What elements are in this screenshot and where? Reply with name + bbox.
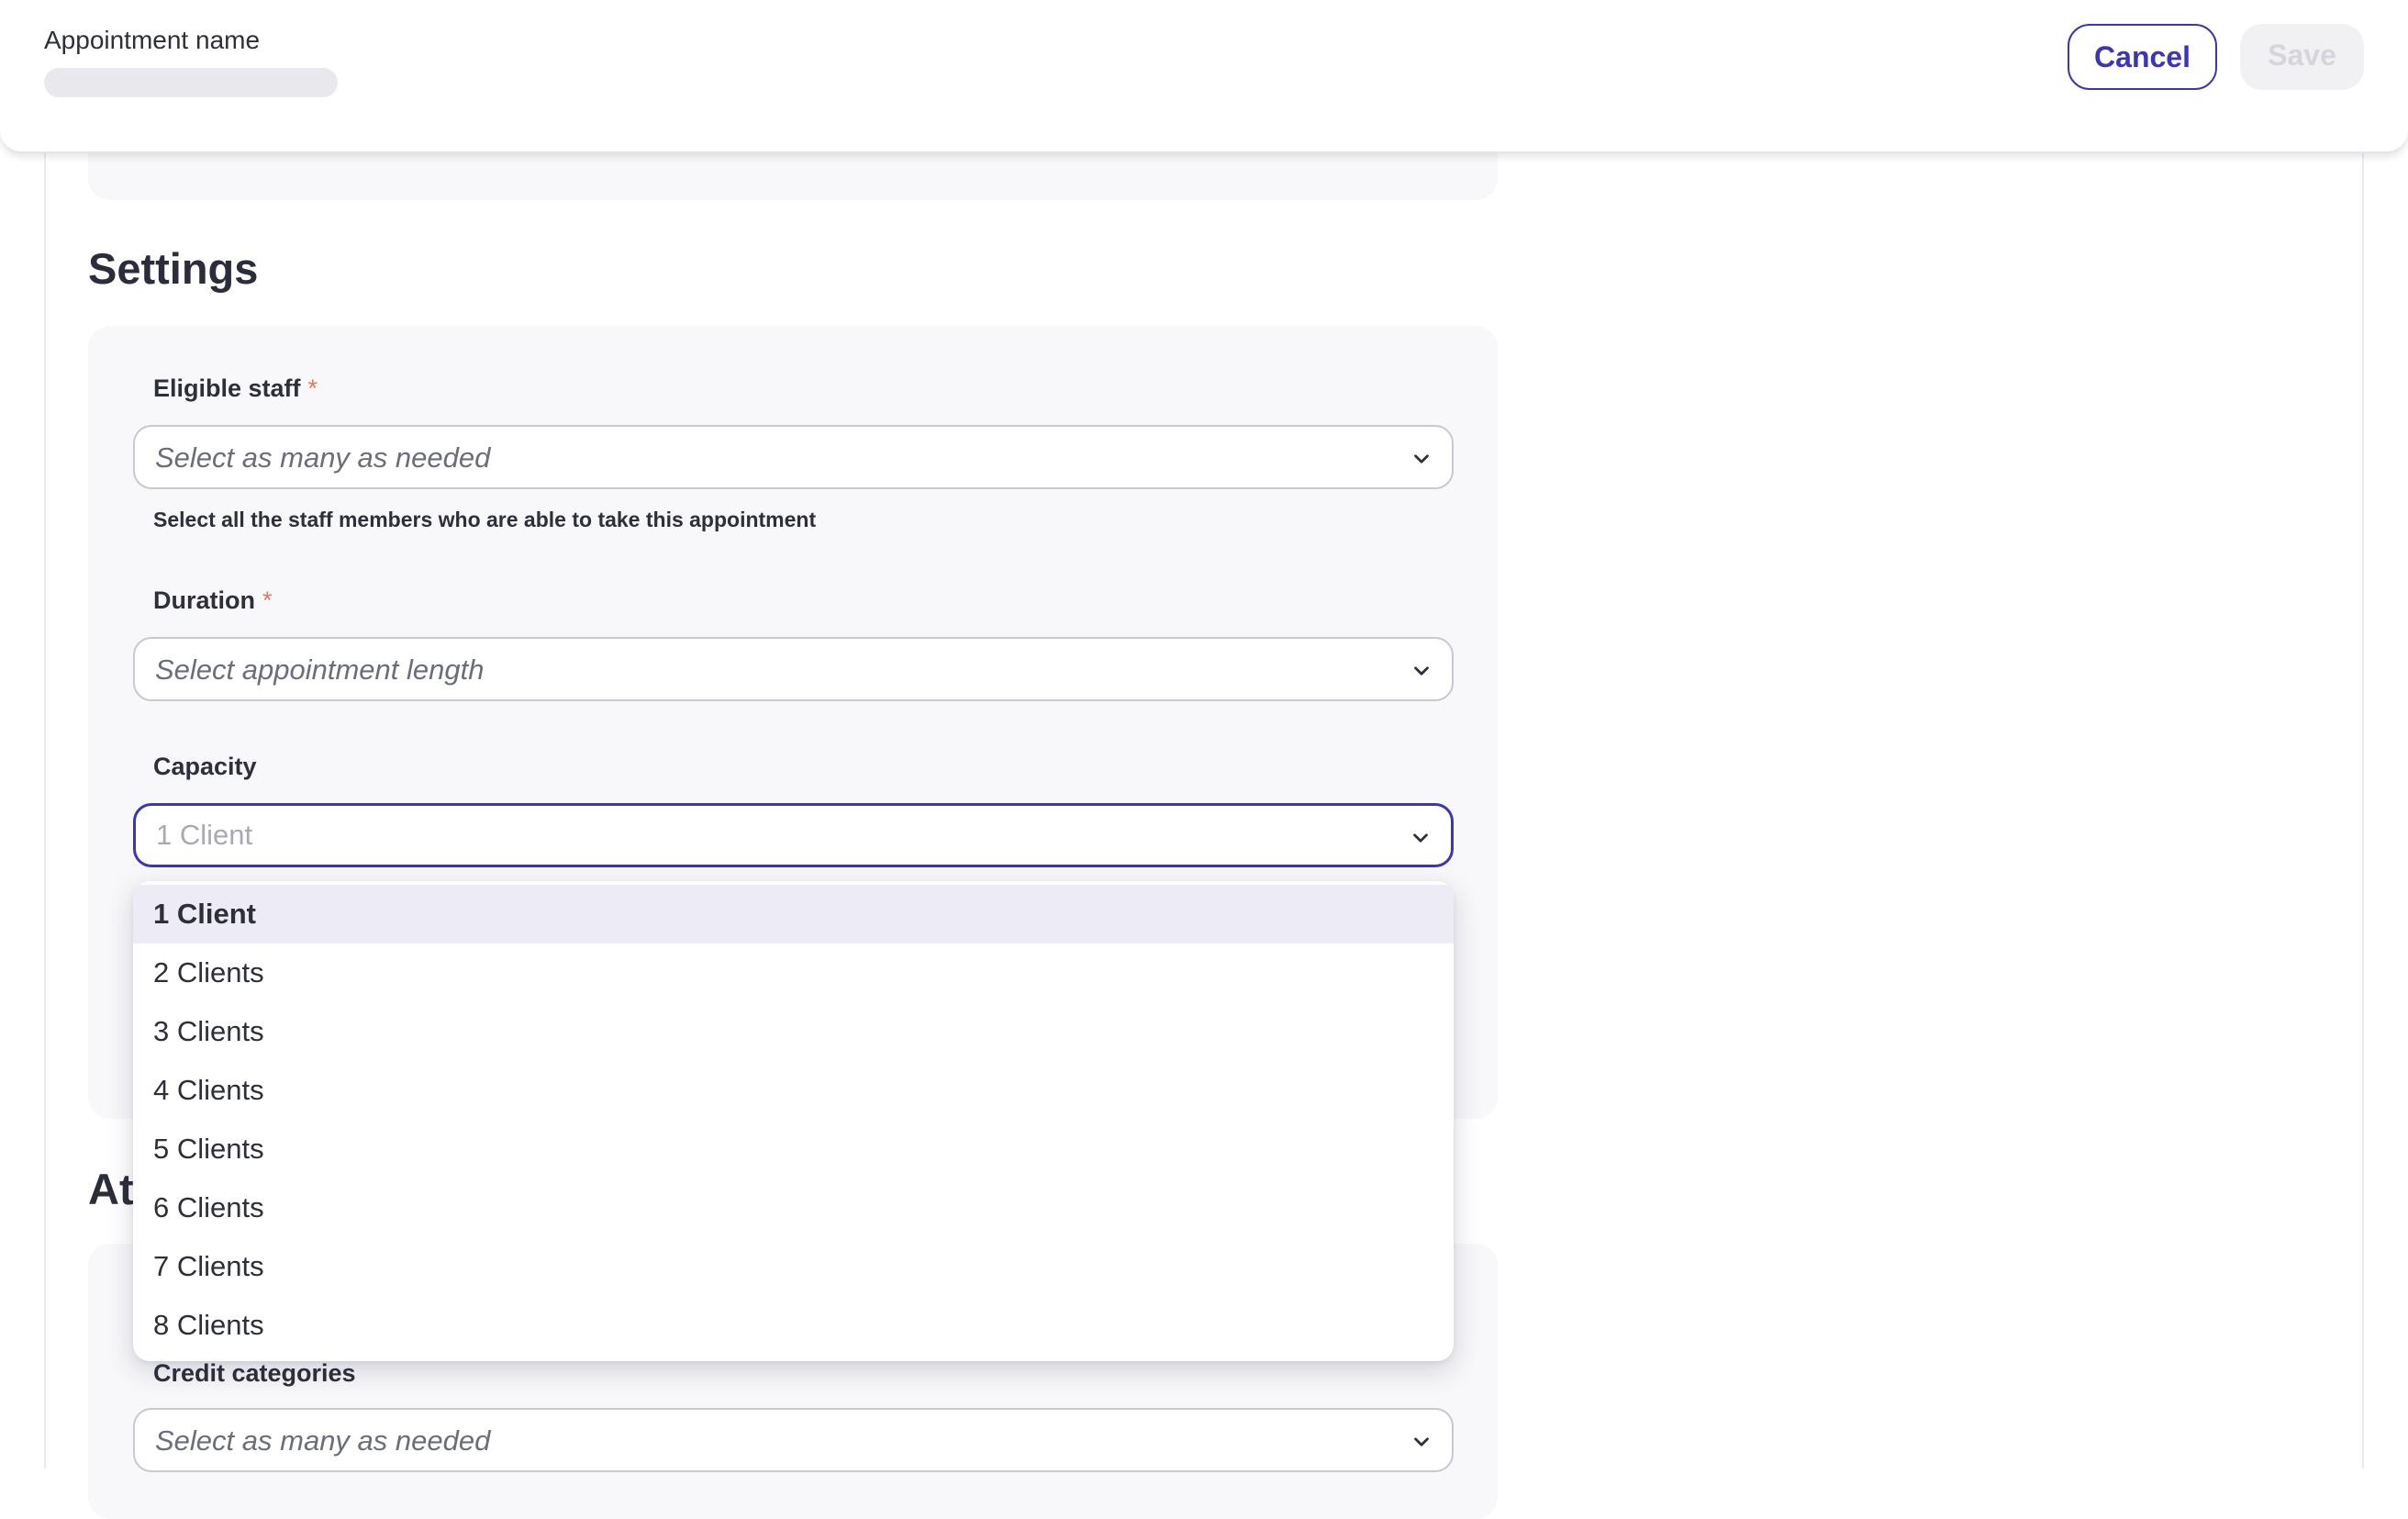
duration-label: Duration *: [153, 586, 273, 615]
eligible-staff-label-text: Eligible staff: [153, 374, 301, 402]
appointment-name-skeleton: [44, 68, 338, 97]
duration-select[interactable]: Select appointment length: [133, 637, 1454, 701]
capacity-option[interactable]: 3 Clients: [133, 1002, 1454, 1061]
duration-placeholder: Select appointment length: [155, 653, 485, 686]
capacity-option[interactable]: 5 Clients: [133, 1120, 1454, 1178]
chevron-down-icon: [1414, 666, 1429, 676]
chevron-down-icon: [1413, 833, 1428, 843]
capacity-dropdown-menu: 1 Client 2 Clients 3 Clients 4 Clients 5…: [133, 881, 1454, 1361]
credit-categories-placeholder: Select as many as needed: [155, 1424, 491, 1457]
chevron-down-icon: [1414, 454, 1429, 464]
eligible-staff-help: Select all the staff members who are abl…: [153, 508, 817, 531]
form-header: Appointment name Cancel Save: [0, 0, 2408, 153]
cancel-button[interactable]: Cancel: [2068, 24, 2217, 90]
capacity-option[interactable]: 1 Client: [133, 885, 1454, 944]
capacity-option[interactable]: 2 Clients: [133, 944, 1454, 1002]
capacity-option[interactable]: 7 Clients: [133, 1237, 1454, 1296]
required-mark: *: [262, 586, 273, 614]
credit-categories-label: Credit categories: [153, 1359, 356, 1387]
required-mark: *: [307, 374, 318, 402]
eligible-staff-label: Eligible staff *: [153, 374, 318, 403]
capacity-option[interactable]: 8 Clients: [133, 1296, 1454, 1355]
capacity-value: 1 Client: [156, 819, 253, 851]
save-button[interactable]: Save: [2240, 24, 2364, 90]
eligible-staff-select[interactable]: Select as many as needed: [133, 425, 1454, 489]
capacity-option[interactable]: 4 Clients: [133, 1061, 1454, 1120]
capacity-option[interactable]: 6 Clients: [133, 1178, 1454, 1237]
capacity-label: Capacity: [153, 753, 257, 780]
duration-label-text: Duration: [153, 586, 255, 614]
eligible-staff-placeholder: Select as many as needed: [155, 441, 491, 474]
appointment-name-label: Appointment name: [44, 26, 261, 54]
capacity-select[interactable]: 1 Client: [133, 803, 1454, 867]
credit-categories-select[interactable]: Select as many as needed: [133, 1408, 1454, 1472]
chevron-down-icon: [1414, 1437, 1429, 1446]
settings-title: Settings: [88, 244, 259, 293]
attributes-title: At: [88, 1165, 134, 1213]
